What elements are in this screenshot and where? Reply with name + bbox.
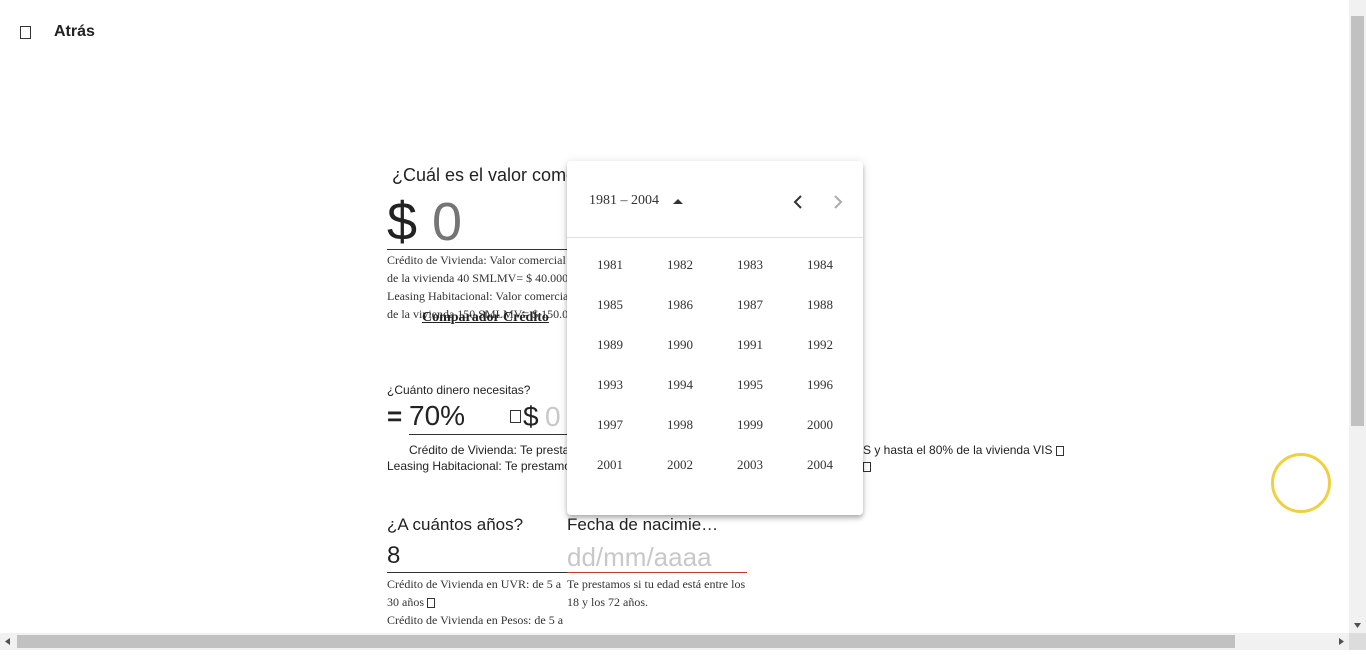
year-cell[interactable]: 2004 — [785, 445, 855, 485]
value-currency-symbol: $ — [387, 192, 418, 252]
years-note: Crédito de Vivienda en UVR: de 5 a — [387, 577, 562, 591]
year-grid: 1981 1982 1983 1984 1985 1986 1987 1988 1989 1990… — [575, 245, 855, 485]
horizontal-scrollbar-thumb[interactable] — [17, 635, 1235, 648]
year-cell[interactable]: 1990 — [645, 325, 715, 365]
credito-text-end-label: S y hasta el 80% de la vivienda VIS — [863, 443, 1053, 457]
percent-underline — [409, 434, 523, 435]
year-cell[interactable]: 1991 — [715, 325, 785, 365]
years-note: Crédito de Vivienda en Pesos: de 5 a — [387, 613, 564, 627]
birth-date-input[interactable]: dd/mm/aaaa — [567, 542, 712, 573]
chat-widget-button[interactable] — [1271, 453, 1331, 513]
datepicker-popup: 1981 – 2004 1981 1982 1983 1984 1985 1986 1987… — [567, 161, 863, 515]
period-label: 1981 – 2004 — [589, 193, 659, 208]
birth-note: Te prestamos si tu edad está entre los — [567, 577, 746, 591]
year-cell[interactable]: 2001 — [575, 445, 645, 485]
chevron-left-icon — [793, 195, 802, 209]
scroll-down-arrow-icon[interactable] — [1349, 618, 1366, 633]
percent-select[interactable]: 70% — [409, 400, 465, 432]
money-input[interactable]: 0 — [545, 401, 561, 433]
comparador-link[interactable]: Comparador Crédito — [422, 310, 567, 326]
period-toggle-button[interactable]: 1981 – 2004 — [589, 193, 683, 209]
year-cell[interactable]: 1984 — [785, 245, 855, 285]
birth-note: 18 y los 72 años. — [567, 595, 648, 609]
value-note: Crédito de Vivienda: Valor comercial — [387, 253, 566, 267]
value-input-underline — [387, 249, 567, 250]
year-cell[interactable]: 1985 — [575, 285, 645, 325]
next-period-button[interactable] — [827, 191, 849, 213]
info-icon[interactable] — [1055, 445, 1064, 456]
value-note: de la vivienda 40 SMLMV= $ 40.000 — [387, 271, 567, 285]
year-cell[interactable]: 1997 — [575, 405, 645, 445]
years-question: ¿A cuántos años? — [387, 515, 524, 534]
dropdown-icon[interactable] — [510, 410, 521, 423]
year-cell[interactable]: 2002 — [645, 445, 715, 485]
scroll-right-arrow-icon[interactable] — [1333, 633, 1349, 650]
back-button[interactable]: Atrás — [54, 23, 95, 41]
value-question: ¿Cuál es el valor come — [392, 165, 577, 185]
info-icon[interactable] — [863, 462, 871, 472]
year-cell[interactable]: 1981 — [575, 245, 645, 285]
back-arrow-icon[interactable] — [20, 26, 31, 39]
scroll-left-arrow-icon[interactable] — [0, 633, 16, 650]
year-cell[interactable]: 2000 — [785, 405, 855, 445]
chevron-right-icon — [834, 195, 843, 209]
birth-notes: Te prestamos si tu edad está entre los 1… — [567, 575, 745, 611]
years-input-underline — [387, 572, 567, 573]
year-cell[interactable]: 1987 — [715, 285, 785, 325]
leasing-text: Leasing Habitacional: Te prestamos — [387, 459, 567, 473]
value-note: Leasing Habitacional: Valor comercia — [387, 289, 567, 303]
money-question: ¿Cuánto dinero necesitas? — [387, 383, 531, 397]
vertical-scrollbar-thumb[interactable] — [1351, 16, 1364, 426]
datepicker-divider — [567, 237, 863, 238]
money-currency-symbol: $ — [523, 401, 539, 432]
birth-date-label: Fecha de nacimie… — [567, 515, 719, 534]
year-cell[interactable]: 1988 — [785, 285, 855, 325]
credito-text: Crédito de Vivienda: Te prestamos — [409, 443, 567, 457]
years-notes: Crédito de Vivienda en UVR: de 5 a 30 añ… — [387, 575, 563, 629]
year-cell[interactable]: 1983 — [715, 245, 785, 285]
caret-up-icon — [673, 198, 683, 204]
year-cell[interactable]: 1989 — [575, 325, 645, 365]
years-note-label: 30 años — [387, 595, 424, 609]
year-cell[interactable]: 2003 — [715, 445, 785, 485]
years-note: 30 años — [387, 593, 563, 611]
birth-date-underline — [567, 572, 747, 573]
year-cell[interactable]: 1996 — [785, 365, 855, 405]
year-cell[interactable]: 1994 — [645, 365, 715, 405]
year-cell[interactable]: 1999 — [715, 405, 785, 445]
years-input[interactable]: 8 — [387, 542, 400, 570]
value-input[interactable] — [432, 190, 572, 254]
money-input-underline — [523, 434, 567, 435]
credito-text-end: S y hasta el 80% de la vivienda VIS — [863, 443, 1064, 457]
scrollbar-corner — [1349, 633, 1366, 650]
year-cell[interactable]: 1986 — [645, 285, 715, 325]
year-cell[interactable]: 1998 — [645, 405, 715, 445]
year-cell[interactable]: 1995 — [715, 365, 785, 405]
previous-period-button[interactable] — [787, 191, 809, 213]
year-cell[interactable]: 1992 — [785, 325, 855, 365]
year-cell[interactable]: 1993 — [575, 365, 645, 405]
info-icon[interactable] — [427, 598, 435, 609]
year-cell[interactable]: 1982 — [645, 245, 715, 285]
equals-sign: = — [387, 401, 403, 431]
